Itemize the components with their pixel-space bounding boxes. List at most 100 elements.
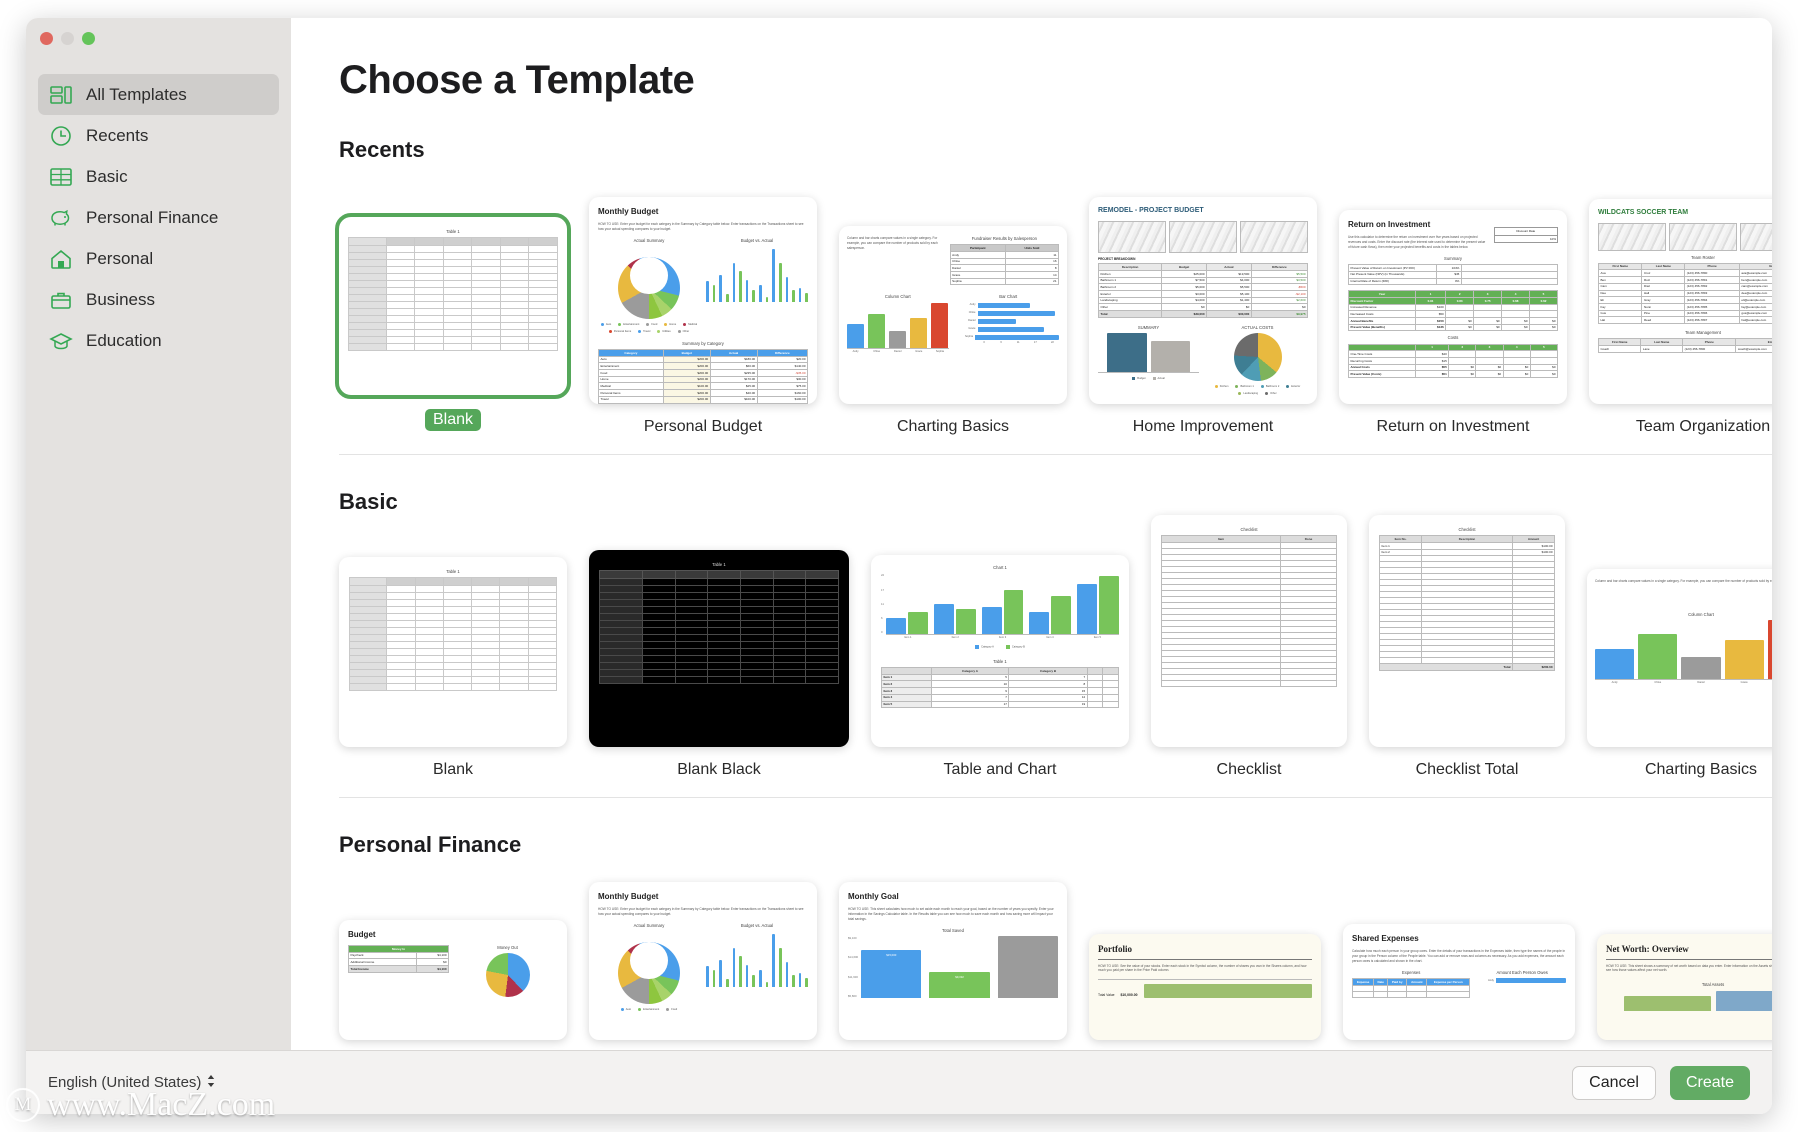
mini-doc-blurb: HOW TO USE: Enter your budget for each c… bbox=[598, 907, 804, 916]
template-row-basic: Table 1 Blank Table 1 Blank Black Chart … bbox=[339, 515, 1772, 779]
minimize-button[interactable] bbox=[61, 32, 74, 45]
donut-chart bbox=[618, 256, 680, 319]
discount-rate-box: Discount Rate 10% bbox=[1493, 227, 1558, 243]
template-label: Personal Budget bbox=[643, 418, 763, 435]
template-thumbnail[interactable]: REMODEL - PROJECT BUDGET PROJECT BREAKDO… bbox=[1089, 197, 1317, 404]
template-thumbnail[interactable]: Checklist Item No. Description Amount Item… bbox=[1369, 515, 1565, 747]
savings-bar-chart: $15,000 $9,332 bbox=[861, 936, 1059, 999]
mini-doc-title: Budget bbox=[348, 930, 376, 939]
template-label: Team Organization bbox=[1635, 418, 1771, 435]
legend-item: Actual bbox=[1152, 377, 1165, 381]
template-tile-home-improvement[interactable]: REMODEL - PROJECT BUDGET PROJECT BREAKDO… bbox=[1089, 196, 1317, 436]
template-tile-checklist-total[interactable]: Checklist Item No. Description Amount Item… bbox=[1369, 515, 1565, 779]
template-tile-checklist[interactable]: Checklist Item Done Checklist bbox=[1151, 515, 1347, 779]
mini-expenses-table: Expense Date Paid by Amount Expense per Pers… bbox=[1351, 978, 1471, 998]
template-tile-net-worth-overview[interactable]: Net Worth: Overview HOW TO USE: This she… bbox=[1597, 934, 1772, 1050]
language-selector[interactable]: English (United States) bbox=[48, 1073, 216, 1093]
photo-thumbnail bbox=[1240, 220, 1308, 253]
sidebar-item-education[interactable]: Education bbox=[38, 320, 279, 361]
template-tile-blank-basic[interactable]: Table 1 Blank bbox=[339, 539, 567, 779]
mini-table-title: Checklist bbox=[1458, 527, 1476, 532]
mini-chart-caption: Actual Summary bbox=[633, 922, 665, 928]
section-heading-personal-finance: Personal Finance bbox=[339, 832, 522, 857]
template-tile-shared-expenses[interactable]: Shared Expenses Calculate how much each … bbox=[1343, 924, 1575, 1050]
mini-checklist-total-table: Item No. Description Amount Item 1 $100.00 … bbox=[1379, 535, 1555, 672]
template-thumbnail[interactable]: Budget Money In Paycheck $4,100 Additiona… bbox=[339, 920, 567, 1040]
sidebar-item-label: All Templates bbox=[86, 84, 187, 104]
template-tile-return-on-investment[interactable]: Return on Investment Use this calculator… bbox=[1339, 196, 1567, 436]
template-tile-blank-black[interactable]: Table 1 Blank Black bbox=[589, 539, 849, 779]
mini-table-title: Table 1 bbox=[446, 229, 460, 234]
sidebar-item-recents[interactable]: Recents bbox=[38, 115, 279, 156]
template-tile-charting-basics-basic[interactable]: Column and bar charts compare values in … bbox=[1587, 539, 1772, 779]
template-label: Blank bbox=[424, 409, 482, 431]
mini-doc-title: Monthly Goal bbox=[848, 892, 899, 901]
legend-item: Category B bbox=[1005, 645, 1025, 650]
close-button[interactable] bbox=[40, 32, 53, 45]
template-thumbnail[interactable]: Column and bar charts compare values in … bbox=[839, 226, 1067, 404]
template-thumbnail[interactable]: Table 1 bbox=[589, 550, 849, 747]
template-tile-monthly-goal[interactable]: Monthly Goal HOW TO USE: This sheet calc… bbox=[839, 882, 1067, 1050]
template-tile-table-and-chart[interactable]: Chart 1 22 17 11 6 0 Item 1 Item 2 Item … bbox=[871, 539, 1129, 779]
template-tile-budget[interactable]: Budget Money In Paycheck $4,100 Additiona… bbox=[339, 920, 567, 1050]
mini-doc-title: REMODEL - PROJECT BUDGET bbox=[1098, 207, 1204, 214]
photo-strip bbox=[1598, 222, 1772, 251]
mini-table-title: Table 1 bbox=[993, 658, 1007, 664]
photo-strip bbox=[1098, 220, 1308, 253]
summary-legend: Budget Actual bbox=[1098, 377, 1199, 381]
template-tile-blank-recent[interactable]: Table 1 Blank bbox=[335, 187, 571, 436]
legend-item: Auto bbox=[600, 322, 611, 327]
template-thumbnail[interactable]: Monthly Goal HOW TO USE: This sheet calc… bbox=[839, 882, 1067, 1040]
section-heading-basic: Basic bbox=[339, 489, 398, 514]
section-divider bbox=[339, 454, 1772, 455]
template-thumbnail[interactable]: WILDCATS SOCCER TEAM Team Roster First N… bbox=[1589, 199, 1772, 404]
template-thumbnail[interactable]: Column and bar charts compare values in … bbox=[1587, 569, 1772, 747]
create-button[interactable]: Create bbox=[1669, 1065, 1750, 1100]
template-tile-portfolio[interactable]: Portfolio HOW TO USE: See the value of y… bbox=[1089, 934, 1321, 1050]
template-label: Charting Basics bbox=[896, 418, 1010, 435]
template-thumbnail[interactable]: Monthly Budget HOW TO USE: Enter your bu… bbox=[589, 197, 817, 404]
template-tile-personal-budget[interactable]: Monthly Budget HOW TO USE: Enter your bu… bbox=[589, 196, 817, 436]
mini-chart-caption: ACTUAL COSTS bbox=[1241, 324, 1274, 330]
cancel-button[interactable]: Cancel bbox=[1572, 1065, 1656, 1100]
legend-item: Food bbox=[646, 322, 657, 327]
mini-chart-caption: Total Saved bbox=[942, 927, 964, 933]
mini-doc-blurb: Use this calculator to determine the ret… bbox=[1348, 235, 1486, 249]
pie-legend: Kitchen Bathroom 1 Bathroom 2 Exterior L… bbox=[1207, 385, 1308, 396]
template-thumbnail[interactable]: Chart 1 22 17 11 6 0 Item 1 Item 2 Item … bbox=[871, 555, 1129, 747]
template-tile-charting-basics[interactable]: Column and bar charts compare values in … bbox=[839, 196, 1067, 436]
page-title: Choose a Template bbox=[339, 58, 695, 102]
mini-doc-title: WILDCATS SOCCER TEAM bbox=[1598, 209, 1689, 216]
template-thumbnail[interactable]: Portfolio HOW TO USE: See the value of y… bbox=[1089, 934, 1321, 1040]
template-tile-team-organization[interactable]: WILDCATS SOCCER TEAM Team Roster First N… bbox=[1589, 196, 1772, 436]
chart-x-labels: Item 1 Item 2 Item 3 Item 4 Item 5 bbox=[904, 636, 1101, 640]
template-thumbnail[interactable]: Shared Expenses Calculate how much each … bbox=[1343, 924, 1575, 1040]
donut-legend: Auto Entertainment Food bbox=[598, 1007, 700, 1012]
legend-item: Entertainment bbox=[618, 322, 639, 327]
template-gallery[interactable]: Choose a Template Recents Table 1 Blank … bbox=[291, 18, 1772, 1050]
template-thumbnail[interactable]: Table 1 bbox=[339, 557, 567, 747]
mini-section-label: PROJECT BREAKDOWN bbox=[1098, 256, 1136, 261]
template-thumbnail[interactable]: Monthly Budget HOW TO USE: Enter your bu… bbox=[589, 882, 817, 1040]
sidebar-item-all-templates[interactable]: All Templates bbox=[38, 74, 279, 115]
mini-chart-caption: SUMMARY bbox=[1137, 324, 1160, 330]
sidebar-item-personal-finance[interactable]: Personal Finance bbox=[38, 197, 279, 238]
template-thumbnail[interactable]: Return on Investment Use this calculator… bbox=[1339, 210, 1567, 404]
template-tile-monthly-budget[interactable]: Monthly Budget HOW TO USE: Enter your bu… bbox=[589, 882, 817, 1050]
sidebar: All Templates Recents Basic Personal Fin… bbox=[26, 18, 291, 1050]
template-thumbnail[interactable]: Table 1 bbox=[335, 213, 571, 399]
template-thumbnail[interactable]: Net Worth: Overview HOW TO USE: This she… bbox=[1597, 934, 1772, 1040]
mini-chart-caption: Budget vs. Actual bbox=[740, 237, 774, 243]
mini-doc-blurb: Calculate how much each person in your g… bbox=[1352, 949, 1566, 963]
mini-roster-table: First NameLast NamePhoneEmail AvaCruz(12… bbox=[1597, 262, 1772, 324]
sidebar-item-personal[interactable]: Personal bbox=[38, 238, 279, 279]
sidebar-item-basic[interactable]: Basic bbox=[38, 156, 279, 197]
sidebar-item-label: Personal Finance bbox=[86, 207, 219, 227]
template-label: Table and Chart bbox=[943, 761, 1057, 778]
template-thumbnail[interactable]: Checklist Item Done bbox=[1151, 515, 1347, 747]
mini-doc-blurb: HOW TO USE: Enter your budget for each c… bbox=[598, 222, 804, 231]
section-divider bbox=[339, 797, 1772, 798]
zoom-button[interactable] bbox=[82, 32, 95, 45]
sidebar-item-business[interactable]: Business bbox=[38, 279, 279, 320]
mini-breakdown-table: Description Budget Actual Difference Kitche… bbox=[1097, 263, 1309, 318]
